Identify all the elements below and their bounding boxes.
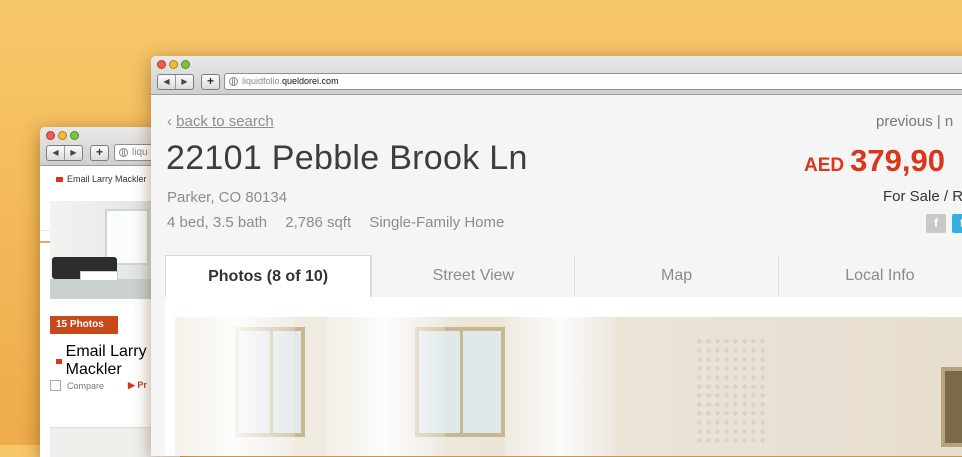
- mail-icon: [56, 358, 62, 364]
- city-state-zip: Parker, CO 80134: [167, 189, 288, 206]
- twitter-icon[interactable]: t: [952, 214, 962, 233]
- tab-map[interactable]: Map: [574, 255, 777, 297]
- add-bookmark-button[interactable]: +: [90, 145, 109, 161]
- beds-baths: 4 bed, 3.5 bath: [167, 214, 268, 231]
- facebook-icon[interactable]: f: [926, 214, 946, 233]
- tab-photos[interactable]: Photos (8 of 10): [165, 255, 372, 298]
- property-details: 4 bed, 3.5 bath 2,786 sqft Single-Family…: [167, 214, 518, 231]
- compare-label: Compare: [67, 380, 105, 391]
- nav-buttons: ◀ ▶: [157, 74, 194, 90]
- url-text: liqu: [132, 147, 148, 158]
- media-tabs: Photos (8 of 10) Street View Map Local I…: [165, 255, 962, 298]
- more-link[interactable]: ▶ Pr: [128, 380, 147, 391]
- chevron-left-icon: ‹: [167, 113, 172, 130]
- zoom-window-icon[interactable]: [181, 60, 190, 69]
- photo-panel: [165, 297, 962, 456]
- page-title: 22101 Pebble Brook Ln: [166, 139, 528, 177]
- listing-price: AED 379,90: [804, 143, 945, 179]
- compare-checkbox-row[interactable]: Compare: [50, 380, 104, 391]
- minimize-window-icon[interactable]: [169, 60, 178, 69]
- listing-status: For Sale / R: [883, 188, 962, 205]
- tab-local-info[interactable]: Local Info: [777, 255, 962, 297]
- price-amount: 379,90: [850, 143, 945, 178]
- browser-toolbar: ◀ ▶ + liquidfolio. queldorei.com: [151, 56, 962, 95]
- social-share: f t: [926, 214, 962, 233]
- url-host: queldorei.com: [282, 76, 339, 86]
- mail-icon: [56, 176, 63, 182]
- globe-icon: [119, 148, 128, 157]
- close-window-icon[interactable]: [157, 60, 166, 69]
- more-link-label: Pr: [137, 380, 147, 390]
- listing-thumbnail-2[interactable]: [50, 427, 160, 457]
- email-agent-label: Email Larry Mackler: [67, 174, 147, 184]
- close-window-icon[interactable]: [46, 131, 55, 140]
- listing-page: ‹ back to search previous | n 22101 Pebb…: [151, 95, 962, 456]
- address-bar[interactable]: liquidfolio. queldorei.com: [224, 73, 962, 90]
- minimize-window-icon[interactable]: [58, 131, 67, 140]
- nav-buttons: ◀ ▶: [46, 145, 83, 161]
- back-arrow-icon[interactable]: ◀: [47, 146, 64, 160]
- forward-arrow-icon[interactable]: ▶: [175, 75, 193, 89]
- forward-arrow-icon[interactable]: ▶: [64, 146, 82, 160]
- compare-checkbox[interactable]: [50, 380, 61, 391]
- main-browser-window: ◀ ▶ + liquidfolio. queldorei.com ‹ back t…: [151, 56, 962, 456]
- square-footage: 2,786 sqft: [285, 214, 352, 231]
- listing-thumbnail[interactable]: [50, 201, 160, 299]
- globe-icon: [229, 77, 238, 86]
- zoom-window-icon[interactable]: [70, 131, 79, 140]
- back-to-search-label: back to search: [176, 113, 274, 130]
- back-arrow-icon[interactable]: ◀: [158, 75, 175, 89]
- url-subdomain: liquidfolio.: [242, 76, 283, 86]
- window-controls: [157, 60, 190, 69]
- back-to-search-link[interactable]: ‹ back to search: [167, 113, 274, 130]
- property-type: Single-Family Home: [369, 214, 505, 231]
- tab-street-view[interactable]: Street View: [371, 255, 574, 297]
- add-bookmark-button[interactable]: +: [201, 74, 220, 90]
- previous-next-nav[interactable]: previous | n: [876, 113, 953, 130]
- photo-count-badge[interactable]: 15 Photos: [50, 316, 118, 334]
- currency-label: AED: [804, 155, 845, 176]
- window-controls: [46, 131, 79, 140]
- listing-photo[interactable]: [175, 317, 962, 456]
